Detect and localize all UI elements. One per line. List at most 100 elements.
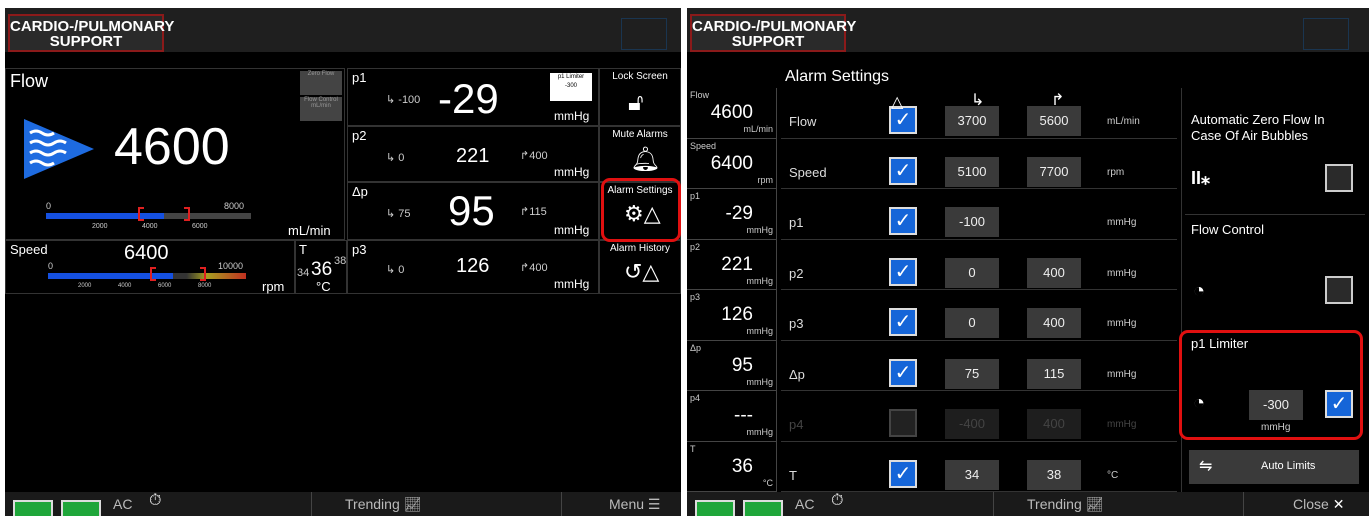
alarm-row: Δp ✓ 75 115 mmHg	[781, 341, 1177, 391]
p3-tile[interactable]: p3 ↳ 0 126 ↱400 mmHg	[347, 240, 599, 294]
lock-icon: 🔓︎	[628, 89, 644, 116]
zero-flow-button[interactable]: Zero Flow	[300, 71, 342, 95]
trending-button[interactable]: Trending 📈︎	[345, 496, 421, 513]
logo: CARDIO-/PULMONARY SUPPORT	[8, 14, 174, 52]
flow-tile[interactable]: Flow Zero Flow Flow Control mL/min 4600 0…	[5, 68, 345, 240]
high-limit-field[interactable]: 7700	[1027, 156, 1081, 187]
highlight-frame	[1179, 330, 1363, 440]
side-value-cell: T 36 °C	[687, 441, 777, 492]
alarm-enable-checkbox[interactable]: ✓	[889, 358, 917, 387]
logo: CARDIO-/PULMONARY SUPPORT	[690, 14, 856, 52]
highlight-frame	[601, 178, 681, 242]
side-value-cell: p3 126 mmHg	[687, 290, 777, 341]
temperature-low-limit: 34	[297, 267, 310, 279]
alarm-enable-checkbox[interactable]: ✓	[889, 207, 917, 235]
p1-tile[interactable]: p1 ↳ -100 -29 p1 Limiter -300 mmHg	[347, 68, 599, 126]
speed-unit: rpm	[262, 279, 285, 294]
status-box	[1303, 18, 1349, 50]
auto-limits-label: Auto Limits	[1261, 460, 1316, 472]
temperature-value: 36	[311, 259, 333, 280]
p1-unit: mmHg	[554, 109, 590, 123]
close-button[interactable]: Close ✕	[1293, 496, 1344, 513]
alarm-enable-checkbox[interactable]: ✓	[889, 156, 917, 185]
bell-icon: 🔔︎	[630, 146, 661, 173]
alarm-history-button[interactable]: Alarm History ↺△	[599, 240, 681, 294]
p1-limiter-badge[interactable]: p1 Limiter -300	[550, 73, 592, 101]
alarm-row-label: p4	[789, 417, 804, 432]
high-limit-icon: ↱	[520, 262, 530, 274]
low-limit-field[interactable]: 75	[945, 358, 999, 389]
side-value: 36	[731, 455, 753, 477]
flow-control-button[interactable]: Flow Control mL/min	[300, 97, 342, 121]
speed-tile[interactable]: Speed 6400 0 10000 2000 4000 6000 8000 r…	[5, 240, 295, 294]
low-limit-field[interactable]: 3700	[945, 106, 999, 136]
lock-screen-button[interactable]: Lock Screen 🔓︎	[599, 68, 681, 126]
alarm-row: p2 ✓ 0 400 mmHg	[781, 240, 1177, 290]
high-limit-field[interactable]: 115	[1027, 358, 1081, 389]
temperature-tile[interactable]: T 34 36 38 °C	[295, 240, 347, 294]
auto-limits-button[interactable]: ⇋ Auto Limits	[1189, 450, 1359, 484]
alarm-row: T ✓ 34 38 °C	[781, 442, 1177, 492]
battery-icon	[13, 500, 53, 516]
low-limit-field[interactable]: -400	[945, 409, 999, 439]
divider	[311, 492, 312, 516]
side-value-label: p1	[690, 191, 701, 201]
temperature-unit: °C	[316, 279, 331, 294]
speed-scale-min: 0	[48, 261, 54, 271]
side-value-label: p3	[690, 292, 701, 302]
trending-button[interactable]: Trending 📈︎	[1027, 496, 1103, 513]
alarm-enable-checkbox[interactable]: ✓	[889, 409, 917, 437]
high-limit-field[interactable]: 400	[1027, 409, 1081, 439]
flow-control-checkbox[interactable]	[1325, 276, 1353, 304]
low-limit-field[interactable]: 5100	[945, 156, 999, 187]
chart-icon: 📈︎	[1085, 496, 1104, 512]
flow-tick: 6000	[192, 223, 208, 230]
side-value: ---	[734, 405, 753, 426]
side-value-cell: Flow 4600 mL/min	[687, 88, 777, 139]
speed-value: 6400	[124, 242, 169, 264]
mute-alarms-button[interactable]: Mute Alarms 🔔︎	[599, 126, 681, 182]
p2-tile[interactable]: p2 ↳ 0 221 ↱400 mmHg	[347, 126, 599, 182]
delta-p-tile[interactable]: Δp ↳ 75 95 ↱115 mmHg	[347, 182, 599, 240]
temperature-high-limit: 38	[334, 255, 347, 267]
temperature-label: T	[299, 242, 307, 257]
side-value-cell: Δp 95 mmHg	[687, 340, 777, 391]
battery-icon	[695, 500, 735, 516]
side-value-unit: °C	[762, 477, 773, 488]
lock-screen-label: Lock Screen	[612, 71, 668, 82]
alarm-row-unit: °C	[1107, 469, 1119, 481]
side-value-unit: mmHg	[746, 427, 774, 437]
status-box	[621, 18, 667, 50]
low-limit-field[interactable]: 0	[945, 308, 999, 338]
menu-button[interactable]: Menu ☰	[609, 496, 660, 513]
side-value-cell: p1 -29 mmHg	[687, 189, 777, 240]
side-value-unit: mmHg	[746, 275, 774, 286]
menu-icon: ☰	[647, 496, 661, 512]
timer-icon[interactable]: ⏱︎	[831, 492, 843, 510]
auto-zero-flow-checkbox[interactable]	[1325, 164, 1353, 192]
divider	[993, 492, 994, 516]
alarm-row-label: Flow	[789, 114, 817, 129]
timer-icon[interactable]: ⏱︎	[149, 492, 161, 510]
delta-p-label: Δp	[352, 184, 368, 199]
high-limit-field[interactable]: 38	[1027, 459, 1081, 490]
low-limit-field[interactable]: 34	[945, 459, 999, 490]
low-limit-field[interactable]: 0	[945, 257, 999, 288]
alarm-enable-checkbox[interactable]: ✓	[889, 257, 917, 286]
low-limit-field[interactable]: -100	[945, 207, 999, 237]
high-limit-field[interactable]: 5600	[1027, 106, 1081, 136]
page-title: Alarm Settings	[785, 68, 890, 85]
alarm-row-label: Δp	[789, 366, 805, 382]
p2-unit: mmHg	[554, 165, 590, 179]
alarm-enable-checkbox[interactable]: ✓	[889, 308, 917, 336]
high-limit-field[interactable]: 400	[1027, 257, 1081, 288]
side-value-unit: mL/min	[743, 124, 773, 134]
gauge-icon: ◔	[1193, 280, 1206, 302]
alarm-enable-checkbox[interactable]: ✓	[889, 459, 917, 488]
speed-scale-max: 10000	[218, 261, 244, 271]
speed-low-marker	[150, 267, 156, 281]
high-limit-icon: ↱	[520, 150, 530, 162]
ac-indicator: AC	[795, 496, 815, 512]
high-limit-field[interactable]: 400	[1027, 308, 1081, 338]
delta-p-unit: mmHg	[554, 223, 590, 237]
